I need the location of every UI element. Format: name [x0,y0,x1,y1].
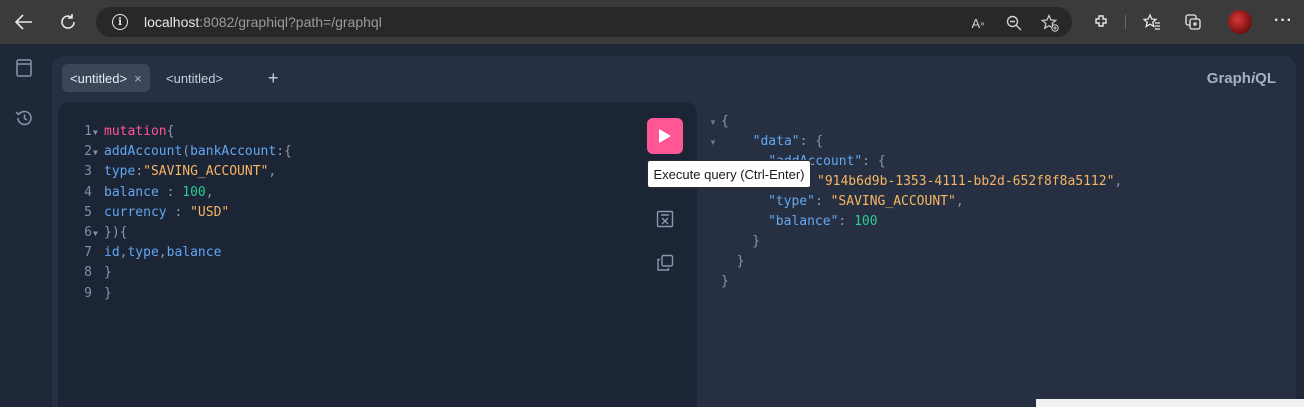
extensions-icon[interactable] [1089,9,1115,35]
line-number: 1 [84,124,92,139]
tab-label: <untitled> [70,70,128,86]
execute-query-tooltip: Execute query (Ctrl-Enter) [647,160,811,188]
history-icon[interactable] [12,106,36,130]
result-line: } [721,274,729,289]
line-number: 5 [84,204,92,220]
line-number: 7 [84,245,92,261]
code-text: currency : "USD" [104,204,230,220]
read-aloud-icon[interactable]: A» [968,13,988,33]
site-info-icon[interactable]: i [112,14,128,30]
result-panel: { "data": { "addAccount": {"914b6d9b-135… [707,102,1296,407]
code-text: mutation{ [104,124,175,139]
add-favorite-icon[interactable] [1040,13,1060,33]
toolbar-divider [1125,15,1126,29]
graphiql-app: <untitled> × <untitled> + GraphiQL 1 ▼ mut… [0,44,1304,407]
result-line: "914b6d9b-1353-4111-bb2d-652f8f8a5112", [817,174,1123,189]
result-line: } [721,234,761,249]
fold-arrow-icon[interactable]: ▼ [93,123,98,143]
add-tab-button[interactable]: + [268,68,279,89]
tab-untitled-active[interactable]: <untitled> × [62,64,150,92]
result-line: } [721,254,745,269]
result-line: "balance": 100 [767,214,878,229]
line-number: 2 [84,144,92,160]
url-path: :8082/graphiql?path=/graphql [199,14,382,30]
url-text[interactable]: localhost:8082/graphiql?path=/graphql [144,14,382,30]
fold-arrow-icon[interactable]: ▼ [93,224,98,244]
fold-arrow-icon[interactable]: ▼ [93,143,98,163]
page-corner [1036,399,1304,407]
execute-query-button[interactable] [647,118,683,154]
favorites-icon[interactable] [1139,9,1165,35]
address-bar[interactable]: i localhost:8082/graphiql?path=/graphql … [96,7,1072,37]
documentation-explorer-icon[interactable] [12,56,36,80]
code-text: } [104,265,112,281]
code-text: } [104,285,112,301]
query-editor[interactable]: 1 ▼ mutation{2 ▼ addAccount(bankAccount:{3 … [58,102,697,407]
close-tab-icon[interactable]: × [134,71,142,86]
line-number: 9 [84,285,92,301]
copy-query-icon[interactable] [654,252,676,274]
fold-arrow-icon[interactable]: ▼ [709,138,717,147]
prettify-icon[interactable] [654,208,676,230]
profile-avatar[interactable] [1228,10,1252,34]
line-number: 8 [84,265,92,281]
result-line: "type": "SAVING_ACCOUNT", [767,194,964,209]
refresh-icon[interactable] [53,7,83,37]
code-text: id,type,balance [104,245,222,261]
code-text: balance : 100, [104,184,214,200]
line-number: 3 [84,164,92,180]
code-text: type:"SAVING_ACCOUNT", [104,164,277,180]
zoom-out-icon[interactable] [1004,13,1024,33]
graphiql-logo: GraphiQL [1206,70,1276,87]
play-icon [659,129,671,143]
more-options-icon[interactable]: ··· [1274,12,1293,30]
code-text: addAccount(bankAccount:{ [104,144,292,160]
browser-toolbar: i localhost:8082/graphiql?path=/graphql … [0,0,1304,44]
back-arrow-icon[interactable] [9,7,39,37]
tab-label: <untitled> [166,70,224,86]
main-panel: <untitled> × <untitled> + GraphiQL 1 ▼ mut… [52,56,1296,407]
result-line: "data": { [752,134,824,149]
url-host: localhost [144,14,200,30]
code-text: }){ [104,224,128,240]
sidebar [0,44,48,407]
collections-icon[interactable] [1180,9,1206,35]
tab-untitled[interactable]: <untitled> [158,64,231,92]
result-line: { [721,114,729,129]
line-number: 4 [84,184,92,200]
fold-arrow-icon[interactable]: ▼ [709,118,717,127]
line-number: 6 [84,224,92,240]
